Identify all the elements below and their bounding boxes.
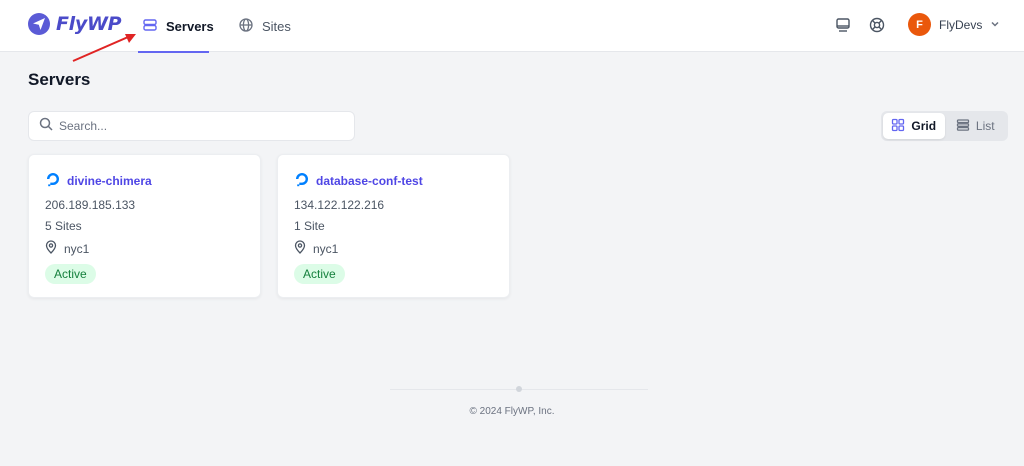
- tab-sites[interactable]: Sites: [238, 0, 291, 52]
- view-toggle: Grid List: [881, 111, 1008, 141]
- server-name: database-conf-test: [316, 173, 423, 188]
- server-ip: 134.122.122.216: [294, 198, 385, 212]
- chevron-down-icon: [990, 16, 1000, 34]
- globe-icon: [238, 17, 254, 36]
- tab-servers-label: Servers: [166, 18, 214, 34]
- footer-copyright: © 2024 FlyWP, Inc.: [469, 406, 555, 417]
- server-site-count: 5 Sites: [45, 219, 82, 233]
- search-input[interactable]: [59, 119, 339, 133]
- grid-icon: [891, 118, 905, 135]
- top-navigation-bar: FlyWP Servers Sites F FlyDevs: [0, 0, 1024, 53]
- location-pin-icon: [294, 240, 306, 257]
- server-region: nyc1: [45, 240, 89, 257]
- tab-servers[interactable]: Servers: [138, 0, 214, 53]
- server-card[interactable]: divine-chimera 206.189.185.133 5 Sites n…: [28, 154, 261, 298]
- annotation-arrow-icon: [72, 34, 136, 62]
- digitalocean-icon: [45, 171, 61, 190]
- grid-view-button[interactable]: Grid: [883, 113, 945, 139]
- grid-view-label: Grid: [911, 119, 937, 133]
- support-icon[interactable]: [868, 16, 886, 34]
- server-region: nyc1: [294, 240, 338, 257]
- server-region-label: nyc1: [64, 241, 90, 256]
- list-view-button[interactable]: List: [945, 113, 1007, 139]
- list-icon: [956, 118, 970, 135]
- digitalocean-icon: [294, 171, 310, 190]
- server-name: divine-chimera: [67, 173, 152, 188]
- paper-plane-logo-icon: [28, 13, 50, 35]
- location-pin-icon: [45, 240, 57, 257]
- page-title: Servers: [28, 70, 91, 89]
- server-name-link[interactable]: database-conf-test: [294, 171, 423, 190]
- avatar: F: [908, 13, 931, 36]
- server-card[interactable]: database-conf-test 134.122.122.216 1 Sit…: [277, 154, 510, 298]
- server-region-label: nyc1: [313, 241, 339, 256]
- search-icon: [39, 117, 53, 136]
- user-menu[interactable]: F FlyDevs: [908, 13, 1000, 36]
- user-name: FlyDevs: [939, 17, 983, 32]
- status-badge: Active: [294, 264, 345, 284]
- server-site-count: 1 Site: [294, 219, 325, 233]
- server-name-link[interactable]: divine-chimera: [45, 171, 152, 190]
- footer-divider-dot: [516, 386, 522, 392]
- monitor-icon[interactable]: [834, 16, 852, 34]
- server-ip: 206.189.185.133: [45, 198, 136, 212]
- list-view-label: List: [975, 119, 995, 133]
- status-badge: Active: [45, 264, 96, 284]
- tab-sites-label: Sites: [262, 18, 291, 34]
- search-box[interactable]: [28, 111, 355, 141]
- server-icon: [142, 17, 158, 36]
